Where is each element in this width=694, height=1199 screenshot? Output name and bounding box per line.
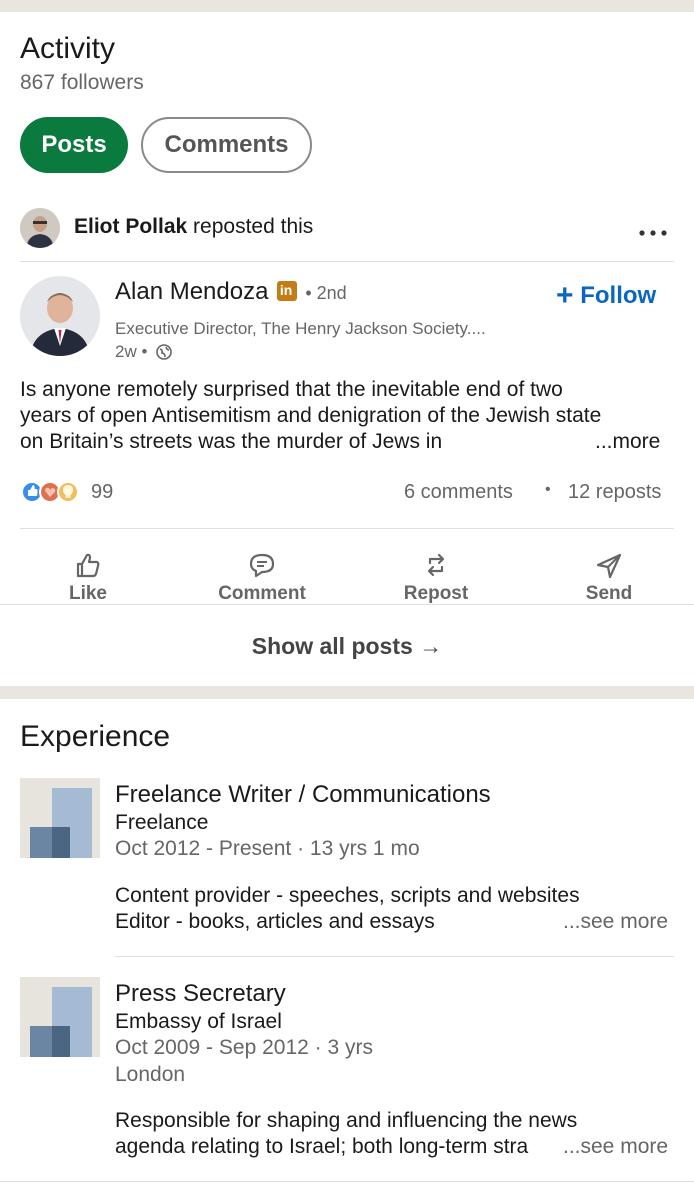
ellipsis-icon[interactable]: [638, 224, 668, 236]
send-icon: [596, 553, 622, 579]
repost-button[interactable]: Repost: [366, 551, 506, 605]
post-body-line-1: Is anyone remotely surprised that the in…: [20, 378, 563, 401]
see-more-link[interactable]: ...see more: [563, 1135, 669, 1159]
comment-label: Comment: [218, 583, 306, 604]
tab-comments[interactable]: Comments: [141, 117, 312, 173]
see-more-link[interactable]: ...more: [595, 429, 660, 455]
divider: [0, 604, 694, 605]
like-button[interactable]: Like: [18, 551, 158, 605]
followers-count: 867 followers: [20, 71, 144, 94]
repost-label: Repost: [403, 583, 469, 604]
divider: [20, 261, 674, 262]
comment-icon: [249, 553, 275, 578]
author-headline: Executive Director, The Henry Jackson So…: [115, 319, 486, 338]
repost-icon: [427, 553, 445, 577]
comment-button[interactable]: Comment: [192, 551, 332, 605]
experience-title[interactable]: Freelance Writer / Communications: [115, 781, 491, 809]
company-logo[interactable]: [20, 977, 100, 1057]
section-separator: [0, 686, 694, 699]
reposter-avatar[interactable]: [20, 208, 60, 248]
plus-icon: +: [556, 279, 574, 312]
experience-description-line-2: agenda relating to Israel; both long-ter…: [115, 1135, 529, 1158]
post-meta: 2w •: [115, 342, 172, 362]
reaction-icons[interactable]: [20, 480, 84, 504]
follow-button[interactable]: + Follow: [556, 279, 656, 313]
thumbs-up-icon: [76, 553, 100, 578]
experience-description-line-1: Responsible for shaping and influencing …: [115, 1109, 578, 1132]
section-title: Activity: [20, 32, 116, 65]
divider: [0, 1181, 694, 1182]
divider: [115, 956, 674, 957]
author-avatar[interactable]: [20, 276, 100, 356]
stats-separator: •: [545, 481, 551, 498]
author-name[interactable]: Alan Mendoza: [115, 278, 268, 305]
experience-dates: Oct 2009 - Sep 2012 · 3 yrs: [115, 1036, 373, 1059]
author-line: Alan Mendoza in • 2nd: [115, 278, 347, 306]
linkedin-premium-icon: in: [276, 281, 297, 301]
send-label: Send: [585, 583, 633, 604]
repost-text: reposted this: [193, 215, 314, 238]
show-all-posts-button[interactable]: Show all posts →: [0, 633, 694, 660]
experience-company: Freelance: [115, 811, 209, 834]
connection-degree: • 2nd: [305, 283, 347, 303]
reaction-count[interactable]: 99: [91, 481, 113, 504]
top-separator: [0, 0, 694, 12]
section-title: Experience: [20, 720, 171, 753]
tab-posts[interactable]: Posts: [20, 117, 128, 173]
experience-description-line-2: Editor - books, articles and essays: [115, 910, 435, 933]
experience-company: Embassy of Israel: [115, 1010, 282, 1033]
follow-label: Follow: [580, 282, 657, 309]
repost-line: Eliot Pollak reposted this: [74, 215, 313, 239]
comments-count[interactable]: 6 comments: [404, 481, 513, 504]
experience-dates: Oct 2012 - Present · 13 yrs 1 mo: [115, 837, 420, 860]
reposter-name[interactable]: Eliot Pollak: [74, 215, 187, 238]
post-body-line-2: years of open Antisemitism and denigrati…: [20, 404, 602, 427]
company-logo[interactable]: [20, 778, 100, 858]
experience-description-line-1: Content provider - speeches, scripts and…: [115, 884, 580, 907]
reposts-count[interactable]: 12 reposts: [568, 481, 661, 504]
send-button[interactable]: Send: [539, 551, 679, 605]
divider: [20, 528, 674, 529]
post-age: 2w •: [115, 342, 148, 361]
experience-section: Experience Freelance Writer / Communicat…: [0, 699, 694, 1199]
activity-section: Activity 867 followers Posts Comments El…: [0, 12, 694, 686]
see-more-link[interactable]: ...see more: [563, 910, 668, 934]
post-body-line-3: on Britain’s streets was the murder of J…: [20, 430, 443, 453]
experience-location: London: [115, 1063, 186, 1086]
experience-title[interactable]: Press Secretary: [115, 980, 286, 1008]
globe-icon: [156, 344, 172, 360]
like-label: Like: [68, 583, 108, 604]
